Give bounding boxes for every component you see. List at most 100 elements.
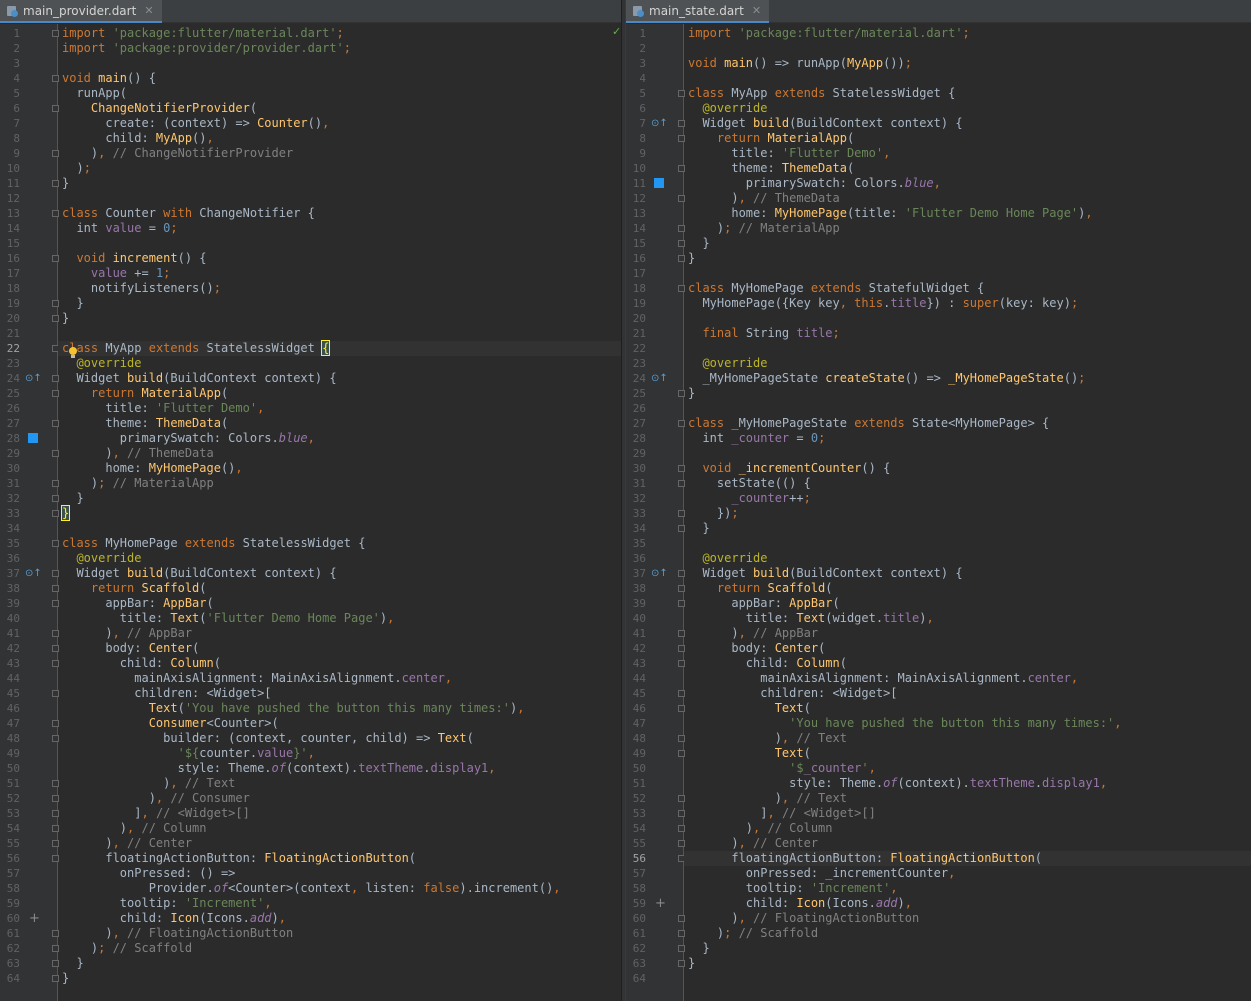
code-line[interactable]: int value = 0; <box>58 221 621 236</box>
code-line[interactable]: Widget build(BuildContext context) { <box>684 566 1251 581</box>
close-icon[interactable]: ✕ <box>752 4 761 17</box>
line-number[interactable]: 64 <box>626 971 646 986</box>
line-number[interactable]: 27 <box>0 416 20 431</box>
code-line[interactable]: children: <Widget>[ <box>58 686 621 701</box>
code-area[interactable]: import 'package:flutter/material.dart'; v… <box>684 24 1251 1001</box>
line-number[interactable]: 60 <box>0 911 20 926</box>
line-number[interactable]: 35 <box>626 536 646 551</box>
line-number[interactable]: 7 <box>0 116 20 131</box>
line-number[interactable]: 10 <box>0 161 20 176</box>
line-number[interactable]: 30 <box>0 461 20 476</box>
line-number[interactable]: 2 <box>0 41 20 56</box>
code-line[interactable]: ), // Column <box>58 821 621 836</box>
line-number[interactable]: 33 <box>626 506 646 521</box>
line-number[interactable]: 24 <box>626 371 646 386</box>
line-number[interactable]: 3 <box>0 56 20 71</box>
code-line[interactable]: return Scaffold( <box>684 581 1251 596</box>
code-line[interactable]: notifyListeners(); <box>58 281 621 296</box>
line-number[interactable]: 32 <box>0 491 20 506</box>
line-number[interactable]: 52 <box>626 791 646 806</box>
code-line[interactable]: } <box>58 971 621 986</box>
line-number[interactable]: 10 <box>626 161 646 176</box>
code-line[interactable]: child: MyApp(), <box>58 131 621 146</box>
code-line[interactable]: tooltip: 'Increment', <box>58 896 621 911</box>
line-number[interactable]: 49 <box>0 746 20 761</box>
line-number[interactable]: 55 <box>626 836 646 851</box>
code-line[interactable]: ); <box>58 161 621 176</box>
line-number[interactable]: 19 <box>626 296 646 311</box>
code-line[interactable]: Widget build(BuildContext context) { <box>684 116 1251 131</box>
line-number[interactable]: 54 <box>0 821 20 836</box>
code-line[interactable]: ChangeNotifierProvider( <box>58 101 621 116</box>
close-icon[interactable]: ✕ <box>144 4 153 17</box>
code-line[interactable]: } <box>684 941 1251 956</box>
code-line[interactable] <box>58 326 621 341</box>
line-number[interactable]: 55 <box>0 836 20 851</box>
code-line[interactable]: } <box>58 505 621 521</box>
line-number[interactable]: 9 <box>0 146 20 161</box>
line-number[interactable]: 47 <box>626 716 646 731</box>
code-line[interactable]: ); // MaterialApp <box>58 476 621 491</box>
line-number[interactable]: 29 <box>626 446 646 461</box>
line-number[interactable]: 16 <box>0 251 20 266</box>
code-line[interactable]: title: 'Flutter Demo', <box>684 146 1251 161</box>
line-number[interactable]: 43 <box>626 656 646 671</box>
code-line[interactable]: appBar: AppBar( <box>684 596 1251 611</box>
code-line[interactable]: return MaterialApp( <box>58 386 621 401</box>
line-number[interactable]: 15 <box>0 236 20 251</box>
line-number[interactable]: 28 <box>626 431 646 446</box>
code-line[interactable]: body: Center( <box>684 641 1251 656</box>
line-number[interactable]: 44 <box>626 671 646 686</box>
line-number[interactable]: 14 <box>626 221 646 236</box>
line-number[interactable]: 25 <box>0 386 20 401</box>
line-number[interactable]: 20 <box>626 311 646 326</box>
code-line[interactable]: @override <box>684 551 1251 566</box>
code-line[interactable]: ); // Scaffold <box>58 941 621 956</box>
line-number[interactable]: 59 <box>626 896 646 911</box>
code-line[interactable]: builder: (context, counter, child) => Te… <box>58 731 621 746</box>
line-number[interactable]: 50 <box>0 761 20 776</box>
code-line[interactable]: } <box>684 251 1251 266</box>
code-line[interactable]: Text( <box>684 701 1251 716</box>
line-number[interactable]: 30 <box>626 461 646 476</box>
code-line[interactable]: } <box>684 956 1251 971</box>
line-number[interactable]: 34 <box>0 521 20 536</box>
line-number[interactable]: 31 <box>626 476 646 491</box>
code-line[interactable] <box>684 446 1251 461</box>
line-number[interactable]: 51 <box>0 776 20 791</box>
code-line[interactable]: ], // <Widget>[] <box>58 806 621 821</box>
code-line[interactable]: ), // AppBar <box>684 626 1251 641</box>
code-line[interactable]: import 'package:provider/provider.dart'; <box>58 41 621 56</box>
override-marker-icon[interactable]: ⊙↑ <box>651 116 668 131</box>
line-number[interactable]: 35 <box>0 536 20 551</box>
code-line[interactable]: Widget build(BuildContext context) { <box>58 566 621 581</box>
code-line[interactable]: } <box>684 236 1251 251</box>
code-line[interactable]: _counter++; <box>684 491 1251 506</box>
code-line[interactable]: theme: ThemeData( <box>684 161 1251 176</box>
line-number[interactable]: 46 <box>0 701 20 716</box>
line-number[interactable]: 18 <box>626 281 646 296</box>
line-number[interactable]: 54 <box>626 821 646 836</box>
code-line[interactable] <box>684 311 1251 326</box>
line-number[interactable]: 37 <box>0 566 20 581</box>
code-line[interactable]: Consumer<Counter>( <box>58 716 621 731</box>
code-line[interactable]: ], // <Widget>[] <box>684 806 1251 821</box>
line-number[interactable]: 40 <box>0 611 20 626</box>
code-line[interactable] <box>58 236 621 251</box>
lightbulb-icon[interactable] <box>68 347 78 359</box>
code-line[interactable]: ), // ThemeData <box>684 191 1251 206</box>
line-number[interactable]: 22 <box>0 341 20 356</box>
code-line[interactable]: @override <box>58 356 621 371</box>
line-number[interactable]: 37 <box>626 566 646 581</box>
line-number[interactable]: 51 <box>626 776 646 791</box>
line-number[interactable]: 53 <box>626 806 646 821</box>
code-line[interactable]: Widget build(BuildContext context) { <box>58 371 621 386</box>
code-line[interactable]: class MyHomePage extends StatelessWidget… <box>58 536 621 551</box>
line-number[interactable]: 60 <box>626 911 646 926</box>
code-line[interactable] <box>58 521 621 536</box>
code-line[interactable]: } <box>684 521 1251 536</box>
code-line[interactable]: Text('You have pushed the button this ma… <box>58 701 621 716</box>
line-number[interactable]: 5 <box>0 86 20 101</box>
line-number[interactable]: 22 <box>626 341 646 356</box>
code-line[interactable] <box>684 971 1251 986</box>
